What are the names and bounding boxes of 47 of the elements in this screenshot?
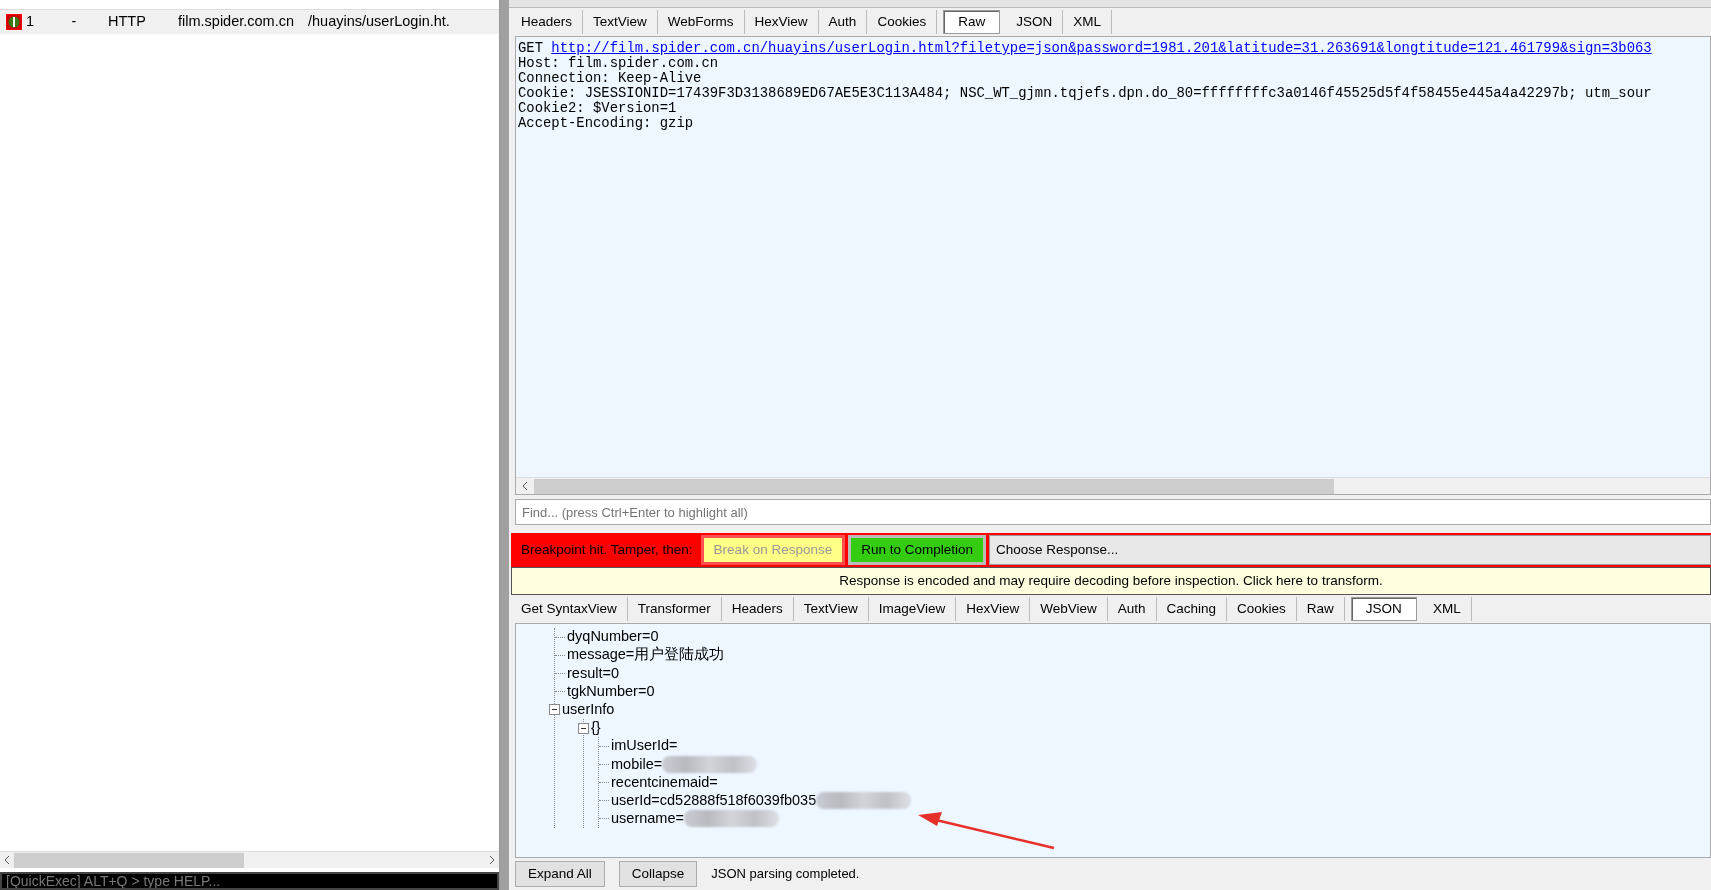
tab[interactable]: HexView (956, 596, 1031, 622)
tab[interactable]: Transformer (627, 596, 722, 622)
tab[interactable]: TextView (583, 9, 658, 35)
find-field[interactable]: Find... (press Ctrl+Enter to highlight all) (515, 499, 1711, 525)
tab[interactable]: ImageView (868, 596, 957, 622)
request-header-line: Cookie: JSESSIONID=17439F3D3138689ED67AE5E3C113A484; NSC_WT_gjmn.tqjefs.dpn.do_80=ffffffffc3a0146f45525d5f4f58455e445a4a42297b; utm_sour (518, 85, 1653, 101)
tab[interactable]: JSON (1350, 596, 1417, 622)
table-cell-text: - (70, 12, 78, 32)
breakpoint-label: Breakpoint hit. Tamper, then: (520, 540, 694, 559)
tab[interactable]: Raw (1296, 596, 1345, 622)
horizontal-scrollbar[interactable] (0, 851, 499, 868)
tab[interactable]: Get SyntaxView (511, 596, 628, 622)
encoding-notice[interactable]: Response is encoded and may require decoding before inspection. Click here to transform. (511, 567, 1711, 595)
tab[interactable]: JSON (1006, 9, 1064, 35)
tree-button[interactable]: Collapse (618, 860, 698, 888)
request-header-line: Accept-Encoding: gzip (518, 115, 695, 131)
tab[interactable]: Headers (511, 9, 584, 35)
quickexec-field[interactable]: [QuickExec] ALT+Q > type HELP... (0, 872, 499, 890)
status-text: JSON parsing completed. (711, 865, 860, 884)
table-cell-text: /huayins/userLogin.ht. (307, 12, 451, 32)
horizontal-scrollbar[interactable] (516, 477, 1710, 494)
breakpoint-button[interactable]: Run to Completion (848, 535, 986, 565)
request-url-link[interactable]: http://film.spider.com.cn/huayins/userLogin.html?filetype=json&password=1981.201&latitude=31.263691&longtitude=121.461799&sign=3b063 (551, 40, 1652, 56)
tree-button[interactable]: Expand All (515, 860, 605, 888)
tab[interactable]: Cookies (1227, 596, 1297, 622)
tab[interactable]: Auth (818, 9, 868, 35)
request-header-line: Connection: Keep-Alive (518, 70, 702, 86)
tab[interactable]: Raw (943, 9, 1001, 35)
tab[interactable]: TextView (793, 596, 869, 622)
tab[interactable]: Cookies (867, 9, 938, 35)
table-cell-text: 1 (25, 12, 36, 32)
request-header-line: Cookie2: $Version=1 (518, 100, 677, 116)
table-cell-text: HTTP (107, 12, 147, 32)
collapse-icon[interactable] (578, 722, 589, 734)
request-method: GET (518, 40, 543, 56)
tab[interactable]: HexView (744, 9, 819, 35)
choose-response-dropdown[interactable]: Choose Response... (989, 535, 1711, 565)
tab[interactable]: Caching (1156, 596, 1228, 622)
tab[interactable]: Headers (721, 596, 794, 622)
request-header-line: Host: film.spider.com.cn (518, 55, 719, 71)
tab[interactable]: XML (1063, 9, 1112, 35)
tab[interactable]: XML (1422, 596, 1472, 622)
tab[interactable]: Auth (1107, 596, 1157, 622)
collapse-icon[interactable] (549, 704, 560, 716)
tab[interactable]: WebView (1030, 596, 1108, 622)
tab[interactable]: WebForms (657, 9, 745, 35)
table-cell-text: film.spider.com.cn (177, 12, 296, 32)
